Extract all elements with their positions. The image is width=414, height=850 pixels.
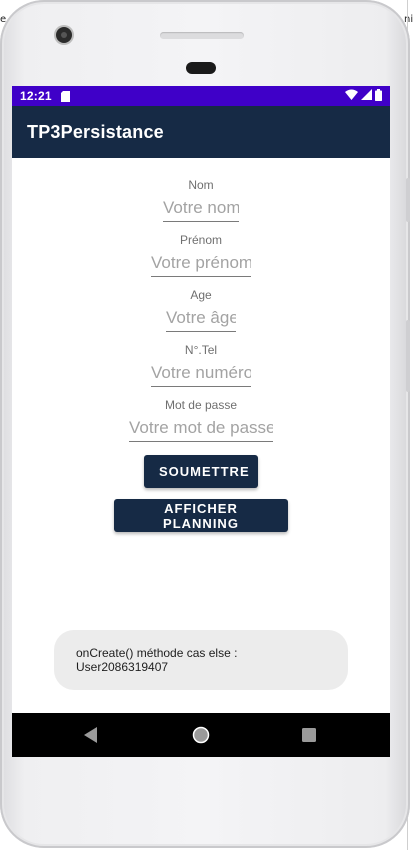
age-label: Age xyxy=(190,288,212,302)
signal-icon xyxy=(361,89,372,103)
host-text-fragment: ni xyxy=(404,14,414,25)
home-icon[interactable] xyxy=(190,724,212,746)
battery-icon xyxy=(375,88,382,104)
wifi-icon xyxy=(345,89,358,103)
device-frame: 12:21 TP3Persistance Nom Votre nom Préno… xyxy=(0,0,410,848)
nom-input[interactable] xyxy=(163,198,239,222)
recents-icon[interactable] xyxy=(298,724,320,746)
toast-message: onCreate() méthode cas else : User208631… xyxy=(54,630,348,690)
nom-label: Nom xyxy=(188,178,214,192)
status-icons xyxy=(345,88,382,104)
app-title: TP3Persistance xyxy=(27,121,164,142)
toast-line-2: User2086319407 xyxy=(76,660,169,674)
age-input[interactable] xyxy=(166,308,236,332)
proximity-sensor xyxy=(186,62,216,74)
show-planning-button[interactable]: AFFICHER PLANNING xyxy=(114,499,288,532)
tel-label: N°.Tel xyxy=(184,343,218,357)
tel-input[interactable] xyxy=(151,363,251,387)
password-input[interactable] xyxy=(129,418,273,442)
front-camera xyxy=(56,27,72,43)
volume-button[interactable] xyxy=(406,178,410,222)
user-form: Nom Prénom Age N°.Tel Mot de passe SOUME… xyxy=(12,158,390,532)
back-icon[interactable] xyxy=(80,724,102,746)
power-button[interactable] xyxy=(406,320,410,392)
app-bar: TP3Persistance xyxy=(12,106,390,158)
navigation-bar xyxy=(12,713,390,757)
earpiece-speaker xyxy=(160,32,244,39)
password-label: Mot de passe xyxy=(164,398,238,412)
device-screen: 12:21 TP3Persistance Nom Votre nom Préno… xyxy=(12,86,390,757)
sd-card-icon xyxy=(60,90,70,102)
prenom-input[interactable] xyxy=(151,253,251,277)
submit-button[interactable]: SOUMETTRE xyxy=(144,455,258,488)
status-time: 12:21 xyxy=(20,89,52,103)
status-bar: 12:21 xyxy=(12,86,390,106)
prenom-label: Prénom xyxy=(179,233,223,247)
toast-line-1: onCreate() méthode cas else : xyxy=(76,646,238,660)
